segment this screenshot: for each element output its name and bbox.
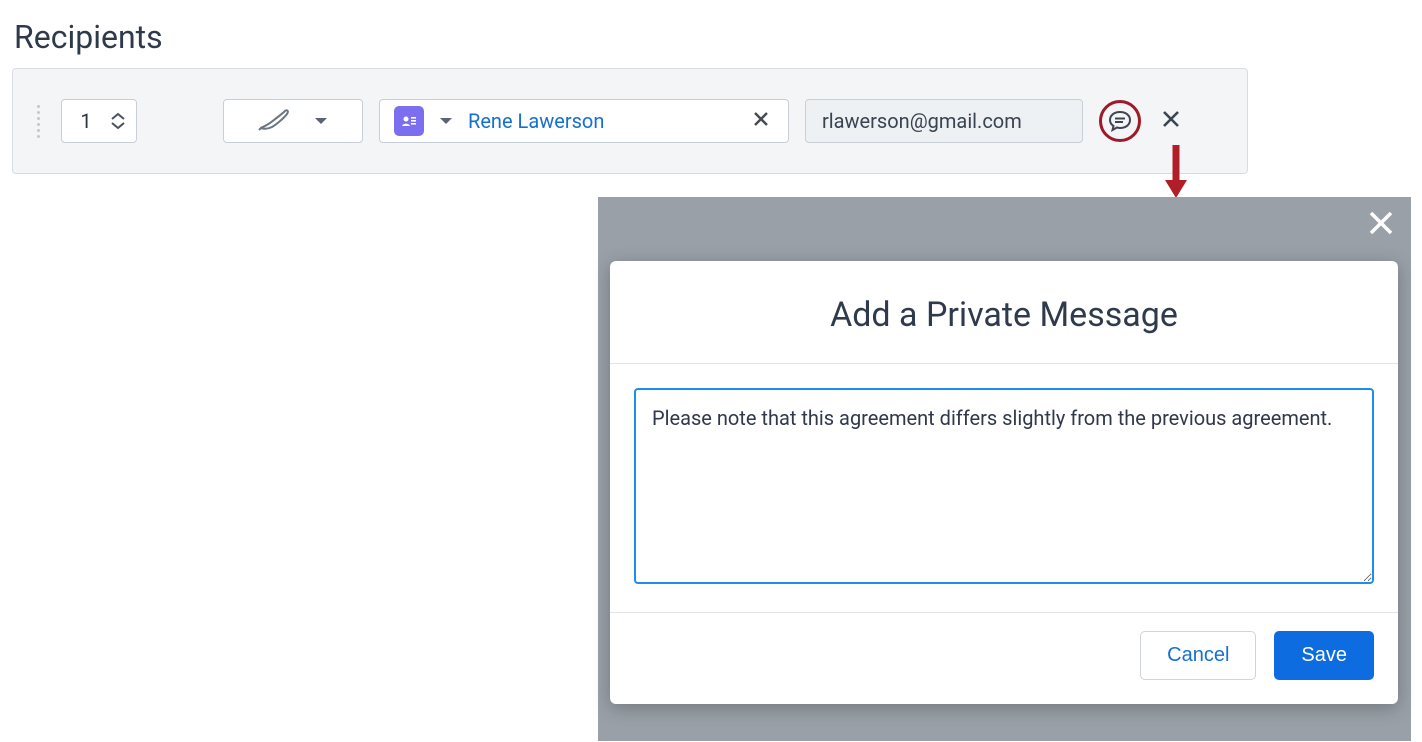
recipient-name: Rene Lawerson — [468, 109, 734, 133]
recipient-email: rlawerson@gmail.com — [822, 109, 1022, 133]
recipient-name-field[interactable]: Rene Lawerson — [379, 99, 789, 143]
pen-icon — [257, 106, 291, 136]
recipient-email-field: rlawerson@gmail.com — [805, 99, 1083, 143]
contact-card-icon — [394, 106, 424, 136]
section-title: Recipients — [0, 0, 1422, 62]
role-dropdown[interactable] — [223, 99, 363, 143]
private-message-button[interactable] — [1099, 100, 1141, 142]
chevron-down-icon[interactable] — [438, 112, 454, 131]
drag-handle-icon[interactable] — [31, 105, 45, 138]
cancel-button[interactable]: Cancel — [1140, 631, 1256, 680]
remove-recipient-icon[interactable] — [1157, 106, 1185, 136]
modal-title: Add a Private Message — [610, 261, 1398, 364]
recipient-row: 1 Re — [12, 68, 1248, 174]
callout-arrow-icon — [1161, 142, 1191, 202]
clear-name-icon[interactable] — [748, 109, 774, 134]
modal-footer: Cancel Save — [610, 613, 1398, 704]
close-modal-icon[interactable] — [1367, 207, 1395, 243]
private-message-textarea[interactable] — [634, 388, 1374, 584]
add-private-message-modal: Add a Private Message Cancel Save — [610, 261, 1398, 704]
save-button[interactable]: Save — [1274, 631, 1374, 680]
order-value: 1 — [72, 109, 100, 133]
order-stepper[interactable]: 1 — [61, 99, 137, 143]
stepper-arrows-icon[interactable] — [110, 112, 126, 130]
chevron-down-icon — [313, 112, 329, 131]
modal-body — [610, 364, 1398, 613]
